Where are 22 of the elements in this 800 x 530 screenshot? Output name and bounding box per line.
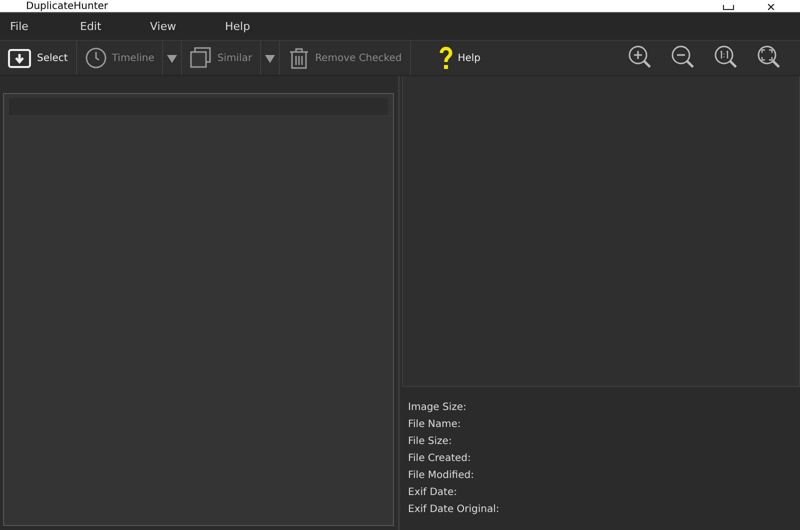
download-folder-icon <box>8 47 32 69</box>
info-label: File Created: <box>408 452 472 466</box>
info-label: Exif Date: <box>408 486 458 500</box>
info-label: Exif Date Original: <box>408 503 500 517</box>
trash-icon <box>288 47 310 69</box>
caret-down-icon <box>265 54 276 62</box>
photos-icon <box>190 47 212 69</box>
info-label: File Name: <box>408 418 462 432</box>
toolbar-button[interactable]: Help <box>430 41 489 75</box>
info-label: File Size: <box>408 435 453 449</box>
info-label: File Modified: <box>408 469 475 483</box>
caret-down-icon <box>167 54 178 62</box>
menu-item[interactable]: Help <box>225 20 285 33</box>
toolbar-button[interactable]: Select <box>0 41 77 75</box>
menu-item[interactable]: File <box>10 20 70 33</box>
menu-item[interactable]: Edit <box>80 20 140 33</box>
info-label: Image Size: <box>408 401 468 415</box>
clock-icon <box>84 47 107 69</box>
window-title: DuplicateHunter <box>26 2 110 12</box>
menu-item[interactable]: View <box>150 20 215 33</box>
maximize-icon[interactable] <box>723 5 734 10</box>
question-mark-icon <box>438 46 453 70</box>
